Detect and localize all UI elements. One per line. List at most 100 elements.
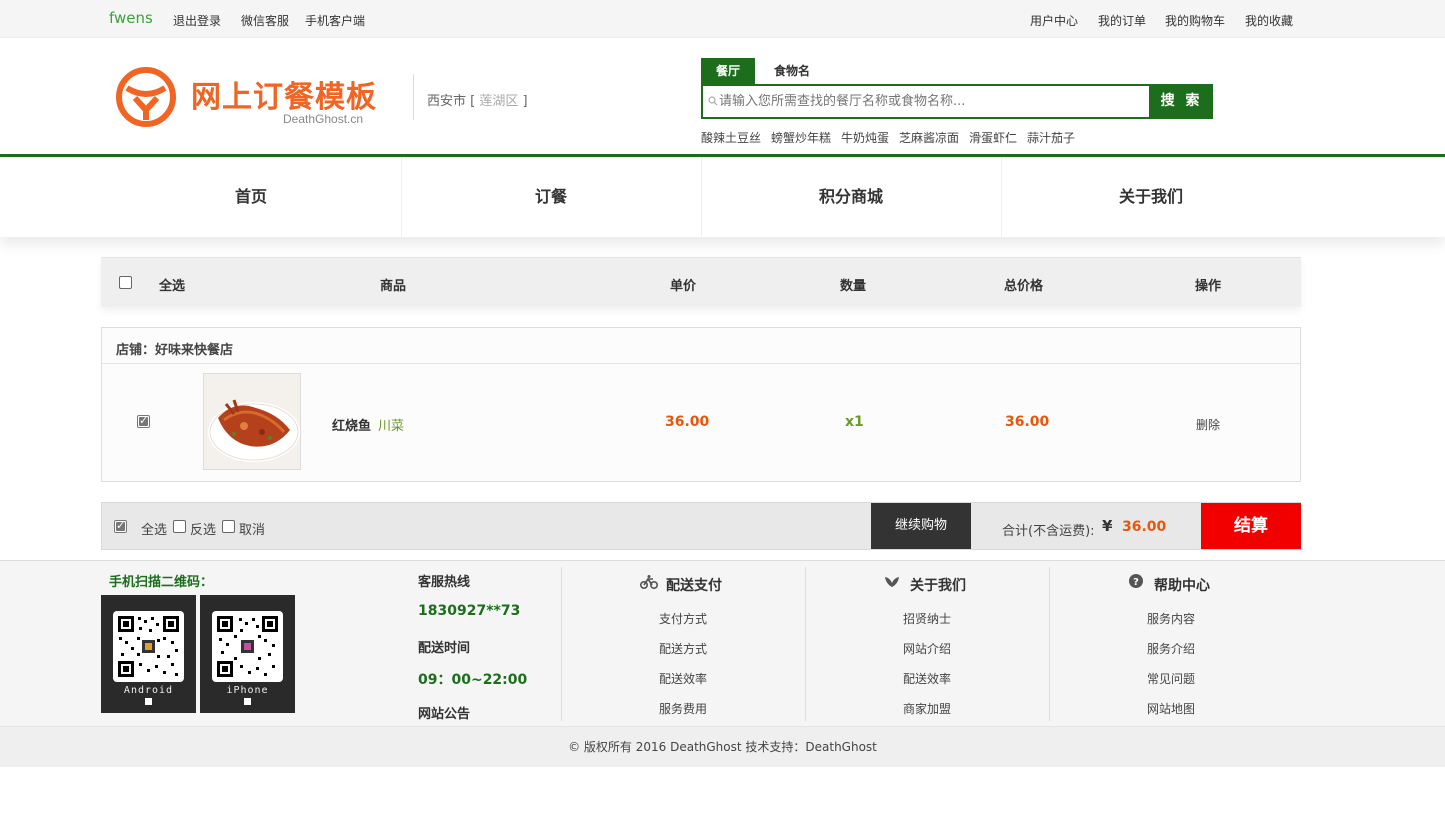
item-unit-price: 36.00	[665, 414, 710, 430]
header-divider	[413, 74, 414, 120]
leaf-icon	[884, 574, 900, 593]
cancel-select-checkbox[interactable]	[222, 520, 235, 533]
bicycle-icon	[639, 574, 659, 593]
footer-col-about-title: 关于我们	[910, 578, 966, 594]
item-category: 川菜	[378, 419, 405, 434]
currency-symbol: ¥	[1102, 517, 1113, 535]
cancel-select-label: 取消	[239, 523, 266, 538]
logout-link[interactable]: 退出登录	[173, 12, 221, 29]
tab-food-name[interactable]: 食物名	[765, 58, 819, 84]
search-button[interactable]: 搜 索	[1150, 84, 1213, 119]
city-name: 西安市	[427, 94, 467, 109]
iphone-qr-code[interactable]: iPhone	[200, 595, 295, 713]
hot-keyword[interactable]: 滑蛋虾仁	[969, 129, 1017, 146]
select-all-label: 全选	[141, 523, 168, 538]
qr-label-android: Android	[123, 685, 174, 696]
total-label: 合计(不含运费):	[1002, 524, 1095, 539]
site-notice-label[interactable]: 网站公告	[418, 703, 470, 722]
hot-keyword[interactable]: 蒜汁茄子	[1027, 129, 1075, 146]
footer-link[interactable]: 配送效率	[867, 670, 987, 687]
logo-title: 网上订餐模板	[191, 80, 377, 115]
footer-link[interactable]: 网站地图	[1111, 700, 1231, 717]
footer-divider	[561, 567, 562, 721]
search-icon	[708, 95, 718, 109]
tab-restaurant[interactable]: 餐厅	[701, 58, 755, 84]
hot-keyword[interactable]: 芝麻酱凉面	[899, 129, 959, 146]
android-qr-code[interactable]: Android	[101, 595, 196, 713]
footer-divider	[1049, 567, 1050, 721]
checkout-button[interactable]: 结算	[1201, 503, 1301, 549]
footer-link[interactable]: 服务介绍	[1111, 640, 1231, 657]
qr-code-icon	[212, 611, 283, 682]
select-all-checkbox[interactable]	[114, 519, 127, 533]
qr-title: 手机扫描二维码：	[109, 575, 214, 590]
invert-select-checkbox[interactable]	[173, 520, 186, 533]
top-bar: fwens 退出登录 微信客服 手机客户端 用户中心 我的订单 我的购物车 我的…	[0, 0, 1445, 38]
footer-link[interactable]: 服务费用	[623, 700, 743, 717]
header-quantity: 数量	[840, 279, 867, 294]
footer-link[interactable]: 商家加盟	[867, 700, 987, 717]
hot-keyword[interactable]: 酸辣土豆丝	[701, 129, 761, 146]
question-icon: ?	[1129, 574, 1143, 591]
footer-col-help-title: 帮助中心	[1154, 578, 1210, 594]
header-product: 商品	[380, 279, 407, 294]
footer-link[interactable]: 支付方式	[623, 610, 743, 627]
header-action: 操作	[1195, 279, 1222, 294]
main-nav: 首页 订餐 积分商城 关于我们	[0, 157, 1445, 237]
header-select-all: 全选	[159, 279, 186, 294]
footer: 手机扫描二维码： Android iPhone 客服热线 1830927**73…	[0, 560, 1445, 726]
shop-name: 店铺：好味来快餐店	[116, 343, 234, 358]
copyright: © 版权所有 2016 DeathGhost 技术支持：DeathGhost	[0, 726, 1445, 767]
nav-points-mall[interactable]: 积分商城	[701, 157, 1001, 237]
search-input[interactable]	[719, 86, 1139, 117]
svg-text:?: ?	[1133, 577, 1139, 588]
item-name[interactable]: 红烧鱼	[332, 415, 371, 434]
nav-order[interactable]: 订餐	[401, 157, 701, 237]
item-total-price: 36.00	[1005, 414, 1050, 430]
header-unit-price: 单价	[670, 279, 697, 294]
cart-summary-bar: 全选 反选 取消 继续购物 合计(不含运费): ¥ 36.00 结算	[101, 502, 1301, 550]
select-all-checkbox-header[interactable]	[119, 276, 132, 289]
city-selector[interactable]: 西安市 [ 莲湖区 ]	[427, 90, 528, 109]
item-thumbnail[interactable]	[203, 373, 301, 470]
hot-keyword[interactable]: 螃蟹炒年糕	[771, 129, 831, 146]
delivery-hours: 09：00~22:00	[418, 672, 528, 688]
my-favorites-link[interactable]: 我的收藏	[1245, 12, 1293, 29]
footer-link[interactable]: 招贤纳士	[867, 610, 987, 627]
wechat-service-link[interactable]: 微信客服	[241, 12, 289, 29]
mobile-client-link[interactable]: 手机客户端	[305, 12, 365, 29]
footer-link[interactable]: 常见问题	[1111, 670, 1231, 687]
my-orders-link[interactable]: 我的订单	[1098, 12, 1146, 29]
nav-about-us[interactable]: 关于我们	[1001, 157, 1301, 237]
item-checkbox[interactable]	[137, 414, 150, 428]
header-total-price: 总价格	[1004, 279, 1044, 294]
user-center-link[interactable]: 用户中心	[1030, 12, 1078, 29]
qr-label-iphone: iPhone	[226, 685, 269, 696]
username-link[interactable]: fwens	[109, 9, 153, 27]
footer-link[interactable]: 网站介绍	[867, 640, 987, 657]
footer-link[interactable]: 服务内容	[1111, 610, 1231, 627]
footer-link[interactable]: 配送方式	[623, 640, 743, 657]
qr-marker	[244, 698, 251, 705]
shop-group: 店铺：好味来快餐店 红烧鱼 川菜 36.00 x1 36.00 删除	[101, 327, 1301, 482]
invert-select-label: 反选	[190, 523, 217, 538]
hotline-label: 客服热线	[418, 575, 471, 590]
logo-icon[interactable]	[115, 66, 177, 131]
search-box	[701, 84, 1151, 119]
hotline-number: 1830927**73	[418, 603, 521, 619]
shop-divider	[102, 363, 1300, 364]
footer-col-delivery-title: 配送支付	[666, 578, 722, 594]
nav-home[interactable]: 首页	[101, 157, 401, 237]
delete-item-link[interactable]: 删除	[1196, 416, 1220, 433]
qr-marker	[145, 698, 152, 705]
district-name[interactable]: 莲湖区	[479, 94, 518, 109]
item-quantity: x1	[845, 414, 864, 430]
continue-shopping-button[interactable]: 继续购物	[871, 503, 971, 549]
footer-divider	[805, 567, 806, 721]
logo-subtitle: DeathGhost.cn	[283, 112, 364, 126]
footer-link[interactable]: 配送效率	[623, 670, 743, 687]
hot-keyword[interactable]: 牛奶炖蛋	[841, 129, 889, 146]
delivery-hours-label: 配送时间	[418, 641, 471, 656]
my-cart-link[interactable]: 我的购物车	[1165, 12, 1225, 29]
total-value: 36.00	[1122, 519, 1167, 535]
